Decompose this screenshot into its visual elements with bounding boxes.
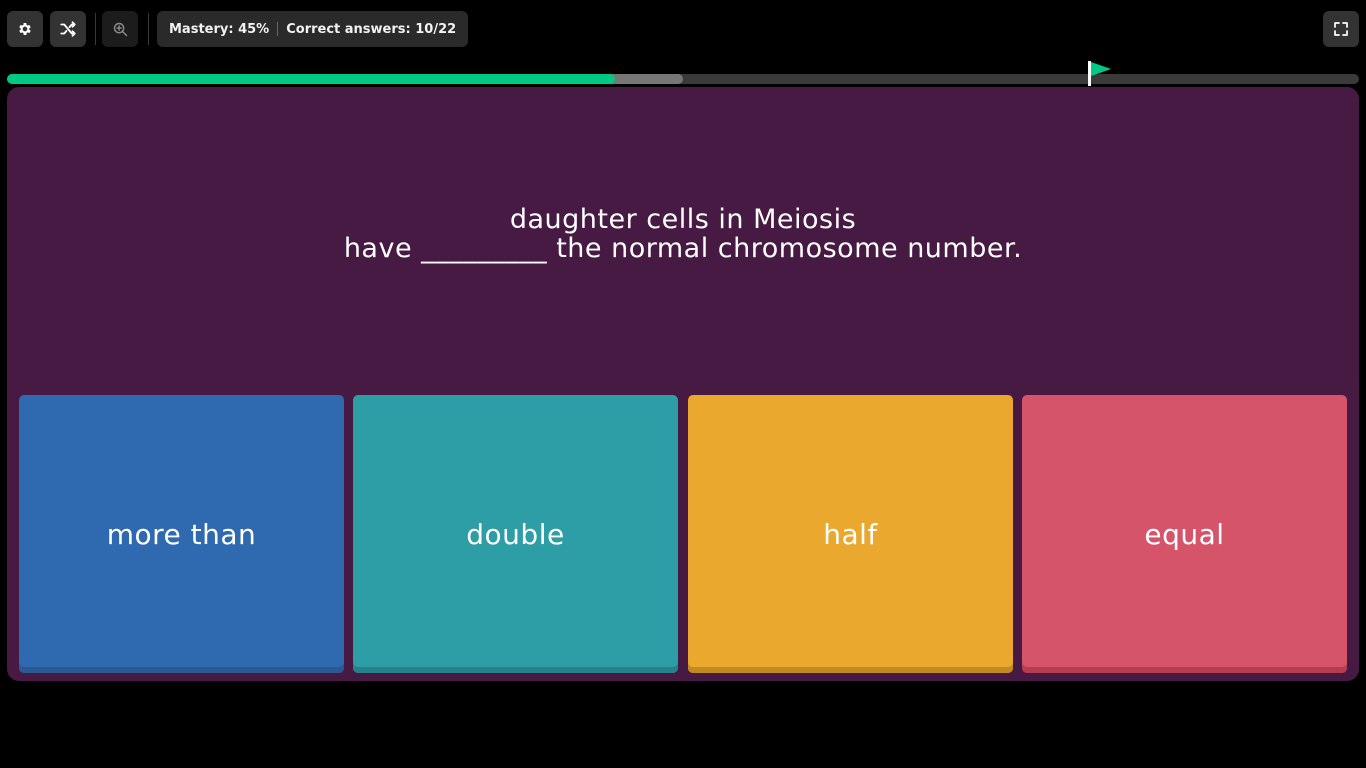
toolbar-divider xyxy=(148,13,149,45)
fullscreen-button[interactable] xyxy=(1323,11,1359,47)
mastery-text: Mastery: 45% xyxy=(169,21,270,37)
stats-panel: Mastery: 45% Correct answers: 10/22 xyxy=(157,11,469,47)
zoom-in-icon xyxy=(113,22,127,36)
shuffle-button[interactable] xyxy=(50,11,86,47)
answer-option-label: half xyxy=(823,517,878,551)
answer-option-more-than[interactable]: more than xyxy=(19,395,344,673)
stats-separator xyxy=(277,22,279,36)
correct-answers-text: Correct answers: 10/22 xyxy=(286,21,457,37)
progress-fill xyxy=(7,74,616,84)
shuffle-icon xyxy=(60,21,76,37)
question-text: daughter cells in Meiosis have _________… xyxy=(0,205,1366,263)
question-line-2: have _________ the normal chromosome num… xyxy=(343,233,1023,264)
zoom-button[interactable] xyxy=(102,11,138,47)
toolbar-divider xyxy=(95,13,96,45)
goal-flag-icon xyxy=(1088,61,1111,86)
answer-option-label: more than xyxy=(106,517,257,551)
answer-option-label: double xyxy=(466,517,565,551)
answer-option-double[interactable]: double xyxy=(353,395,678,673)
answer-option-equal[interactable]: equal xyxy=(1022,395,1347,673)
gear-icon xyxy=(19,23,31,35)
settings-button[interactable] xyxy=(7,11,43,47)
top-toolbar: Mastery: 45% Correct answers: 10/22 xyxy=(0,0,1366,58)
progress-bar xyxy=(7,74,1359,84)
fullscreen-icon xyxy=(1334,22,1348,36)
answer-option-label: equal xyxy=(1144,517,1225,551)
answer-option-half[interactable]: half xyxy=(688,395,1013,673)
question-line-1: daughter cells in Meiosis xyxy=(509,204,857,235)
